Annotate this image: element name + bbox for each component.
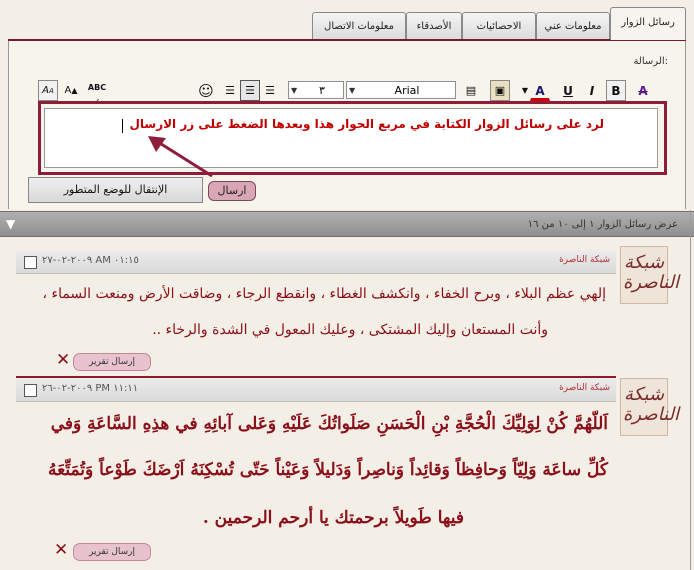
text-direction-icon[interactable]: AA (38, 80, 58, 101)
message-author[interactable]: شبكة الناصرة (559, 383, 610, 393)
select-checkbox[interactable] (24, 384, 37, 397)
editor-toolbar: AA A▲ ABC✓ ☺ ☰ ☰ ☰ ▼ ٣ ▼ Arial ▤ ▣ ▼ A U… (30, 79, 657, 106)
font-family-select[interactable]: ▼ Arial (346, 81, 456, 99)
align-right-icon[interactable]: ☰ (260, 80, 280, 101)
message-header: ٢٠٠٩-٠٢-٢٦ PM ١١:١١ شبكة الناصرة (16, 378, 616, 402)
underline-button[interactable]: U (558, 80, 578, 101)
message-line: إلهي عظم البلاء ، وبرح الخفاء ، وانكشف ا… (42, 286, 606, 302)
message-label: الرسالة: (633, 56, 668, 67)
message-date: ٢٠٠٩-٠٢-٢٦ PM ١١:١١ (42, 383, 139, 394)
message-line: وأنت المستعان وإليك المشتكى ، وعليك المع… (152, 322, 548, 338)
avatar[interactable]: شبكة الناصرة (620, 378, 679, 436)
tab-visitor-messages[interactable]: رسائل الزوار (610, 7, 686, 40)
message-line: فيها طَويلاً برحمتك يا أرحم الرحمين . (202, 508, 464, 528)
align-center-icon[interactable]: ☰ (240, 80, 260, 101)
message-count: عرض رسائل الزوار ١ إلى ١٠ من ١٦ (527, 219, 678, 230)
chevron-down-icon: ▼ (291, 86, 298, 95)
collapse-icon[interactable]: ▼ (6, 217, 15, 231)
insert-image-icon[interactable]: ▣ (490, 80, 510, 101)
message-author[interactable]: شبكة الناصرة (559, 255, 610, 265)
smiley-icon[interactable]: ☺ (196, 80, 216, 101)
select-checkbox[interactable] (24, 256, 37, 269)
tab-about-me[interactable]: معلومات عني (536, 12, 610, 39)
spell-check-icon[interactable]: ABC✓ (86, 80, 108, 106)
avatar[interactable]: شبكة الناصرة (620, 246, 679, 304)
message-line: اَللّهُمَّ كُنْ لِوَلِيِّكَ الْحُجَّةِ ب… (50, 414, 608, 434)
send-button[interactable]: ارسال (208, 181, 256, 201)
right-border (690, 210, 691, 570)
report-button[interactable]: إرسال تقرير (73, 353, 151, 371)
chevron-down-icon: ▼ (349, 86, 356, 95)
annotation-arrow-icon (148, 136, 213, 178)
delete-icon[interactable]: ✕ (56, 352, 70, 369)
font-color-icon[interactable]: A (530, 80, 550, 101)
tab-contact-info[interactable]: معلومات الاتصال (312, 12, 406, 39)
font-size-select[interactable]: ▼ ٣ (288, 81, 344, 99)
text-caret (122, 119, 123, 133)
message-line: كُلِّ ساعَة وَلِيّاً وَحافِظاً وَقائِداً… (48, 460, 608, 480)
report-button[interactable]: إرسال تقرير (73, 543, 151, 561)
message-header: ٢٠٠٩-٠٢-٢٧ AM ٠١:١٥ شبكة الناصرة (16, 250, 616, 274)
paragraph-icon[interactable]: ▤ (462, 80, 480, 101)
tab-statistics[interactable]: الاحصائيات (462, 12, 536, 39)
font-size-toggle-icon[interactable]: A▲ (62, 80, 80, 101)
editor-hint-text: لرد على رسائل الزوار الكتابة في مربع الح… (129, 117, 604, 131)
message-date: ٢٠٠٩-٠٢-٢٧ AM ٠١:١٥ (42, 255, 139, 266)
tab-friends[interactable]: الأصدقاء (406, 12, 462, 39)
advanced-mode-button[interactable]: الإنتقال للوضع المتطور (28, 177, 203, 203)
align-left-icon[interactable]: ☰ (220, 80, 240, 101)
remove-format-icon[interactable]: A (632, 80, 654, 101)
italic-button[interactable]: I (582, 80, 602, 101)
font-color-dropdown-icon[interactable]: ▼ (520, 80, 530, 101)
bold-button[interactable]: B (606, 80, 626, 101)
delete-icon[interactable]: ✕ (54, 542, 68, 559)
